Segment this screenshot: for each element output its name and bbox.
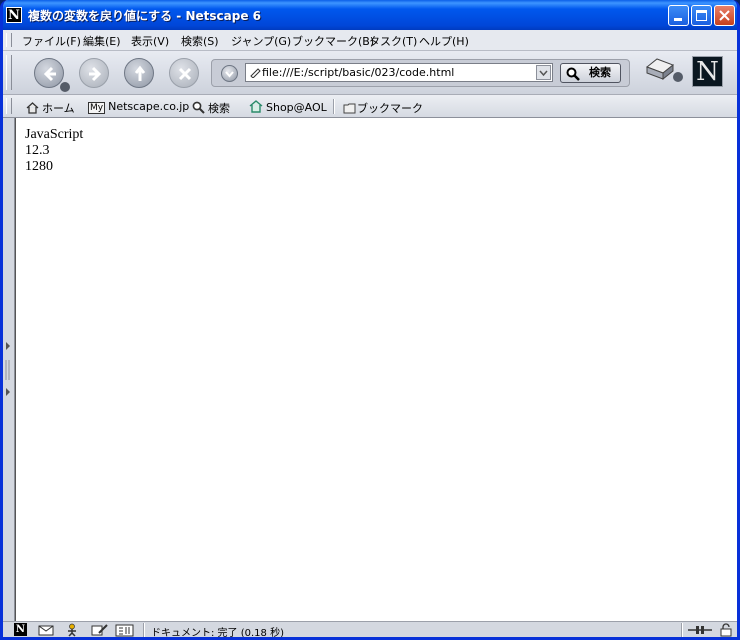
reload-button[interactable] [124,58,154,88]
search-link[interactable]: 検索 [192,100,230,116]
search-label: 検索 [208,102,230,115]
menu-go[interactable]: ジャンプ(G) [231,33,291,49]
toolbar-separator [333,99,335,114]
maximize-button[interactable] [691,5,712,26]
status-separator [681,623,683,637]
forward-button[interactable] [79,58,109,88]
netscape-label: Netscape.co.jp [108,100,190,113]
address-book-icon[interactable] [115,623,135,637]
stop-icon [178,67,192,81]
menubar-grip[interactable] [6,33,12,47]
close-icon [719,10,730,21]
search-button[interactable]: 検索 [560,63,621,83]
page-menu-icon[interactable] [221,65,238,82]
url-text: file:///E:/script/basic/023/code.html [262,66,455,79]
home-icon [26,102,39,114]
shop-icon [249,100,263,113]
page-proxy-icon [250,68,261,78]
output-line: JavaScript [25,127,84,142]
shop-label: Shop@AOL [266,101,327,114]
print-icon[interactable] [643,57,685,83]
search-icon [566,67,580,81]
composer-icon[interactable] [90,623,110,637]
status-text: ドキュメント: 完了 (0.18 秒) [151,628,284,639]
mail-icon[interactable] [38,623,54,637]
back-arrow-icon [43,66,56,82]
menu-tasks[interactable]: タスク(T) [369,33,417,49]
menu-file[interactable]: ファイル(F) [22,33,81,49]
sidebar-grip[interactable] [3,118,15,621]
back-button[interactable] [34,58,64,88]
menu-edit[interactable]: 編集(E) [83,33,121,49]
page-content[interactable]: JavaScript 12.3 1280 [15,118,737,621]
security-lock-icon[interactable] [719,623,733,637]
output-line: 12.3 [25,143,50,158]
netscape-logo[interactable]: N [692,56,723,87]
status-separator [143,623,145,637]
personal-toolbar-grip[interactable] [6,98,12,114]
output-text: JavaScript 12.3 1280 [25,127,83,175]
back-dropdown-icon[interactable] [60,82,70,92]
minimize-icon [674,18,682,21]
navbar-grip[interactable] [6,55,12,90]
menu-bookmarks[interactable]: ブックマーク(B) [292,33,374,49]
forward-arrow-icon [89,66,102,82]
menu-search[interactable]: 検索(S) [181,33,219,49]
minimize-button[interactable] [668,5,689,26]
home-link[interactable]: ホーム [26,100,75,116]
sidebar-toggle-icon [5,342,10,396]
close-button[interactable] [714,5,735,26]
menu-help[interactable]: ヘルプ(H) [419,33,469,49]
netscape-link[interactable]: My Netscape.co.jp [88,100,189,114]
reload-icon [134,65,146,81]
folder-icon [343,103,356,114]
my-icon: My [88,102,106,114]
maximize-icon [696,10,707,21]
url-history-dropdown[interactable] [536,65,551,80]
magnifier-icon [192,101,205,114]
netscape-app-icon[interactable]: N [6,7,22,23]
chevron-down-icon [539,70,548,77]
menu-view[interactable]: 表示(V) [131,33,169,49]
bookmarks-link[interactable]: ブックマーク [343,100,423,116]
menu-bar: ファイル(F) 編集(E) 表示(V) 検索(S) ジャンプ(G) ブックマーク… [3,30,737,51]
url-input[interactable]: file:///E:/script/basic/023/code.html [245,63,553,82]
personal-toolbar: ホーム My Netscape.co.jp 検索 Shop@AOL ブックマーク [3,95,737,118]
output-line: 1280 [25,159,53,174]
stop-button[interactable] [169,58,199,88]
window-title: 複数の変数を戻り値にする - Netscape 6 [28,9,261,23]
title-bar[interactable]: N 複数の変数を戻り値にする - Netscape 6 [3,0,737,30]
bookmarks-label: ブックマーク [357,102,423,115]
search-button-label: 検索 [589,66,611,79]
home-label: ホーム [42,102,75,115]
browser-window: N 複数の変数を戻り値にする - Netscape 6 ファイル(F) 編集(E… [0,0,740,640]
status-bar: N ドキュメント: 完了 (0.18 秒) [3,621,737,639]
online-status-icon[interactable] [687,623,713,637]
navigator-icon[interactable]: N [14,623,27,636]
shop-link[interactable]: Shop@AOL [249,100,327,114]
instant-messenger-icon[interactable] [65,623,79,637]
